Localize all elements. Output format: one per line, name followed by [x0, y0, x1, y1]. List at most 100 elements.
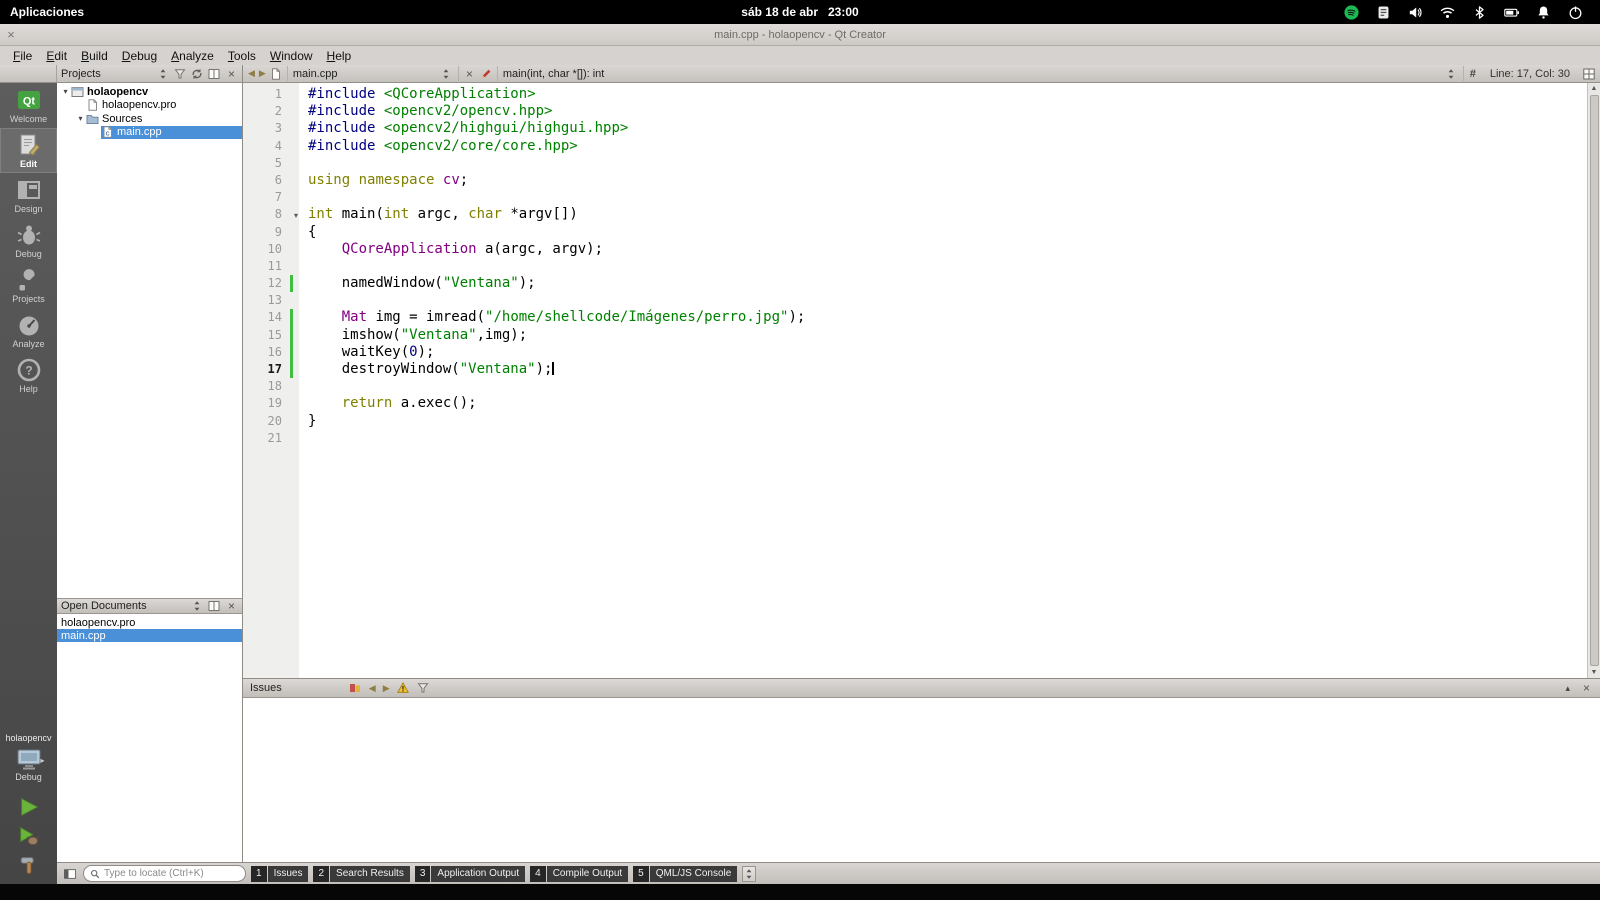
menu-analyze[interactable]: Analyze [164, 48, 221, 64]
output-pane-issues[interactable]: 1 Issues [251, 865, 309, 882]
output-pane-qml-js-console[interactable]: 5 QML/JS Console [633, 865, 738, 882]
line-number[interactable]: 2 [243, 103, 299, 120]
spotify-icon[interactable] [1343, 4, 1360, 21]
code-line[interactable] [299, 258, 308, 275]
applications-menu[interactable]: Aplicaciones [0, 5, 94, 19]
code-line[interactable]: #include <opencv2/highgui/highgui.hpp> [299, 120, 628, 137]
code-line[interactable]: } [299, 413, 316, 430]
line-column-indicator[interactable]: Line: 17, Col: 30 [1482, 68, 1578, 80]
expander-icon[interactable]: ▾ [75, 114, 86, 123]
line-number[interactable]: 14 [243, 309, 299, 327]
sync-icon[interactable] [191, 67, 204, 80]
build-target-selector[interactable]: ▸ Debug [11, 746, 47, 784]
close-document-icon[interactable]: × [463, 67, 476, 81]
toggle-sidebar-icon[interactable] [62, 867, 78, 881]
line-number[interactable]: 12 [243, 275, 299, 293]
menu-build[interactable]: Build [74, 48, 115, 64]
line-number[interactable]: 18 [243, 378, 299, 395]
line-number[interactable]: 11 [243, 258, 299, 275]
forward-icon[interactable]: ▶ [259, 67, 266, 80]
line-number[interactable]: 9 [243, 224, 299, 241]
fold-icon[interactable]: ▾ [294, 207, 298, 224]
mode-projects[interactable]: Projects [0, 263, 57, 308]
tree-item-sources[interactable]: ▾ Sources [57, 112, 242, 126]
code-line[interactable]: #include <opencv2/core/core.hpp> [299, 138, 578, 155]
next-issue-icon[interactable]: ▶ [383, 682, 390, 695]
code-line[interactable]: imshow("Ventana",img); [299, 327, 527, 344]
scrollbar-thumb[interactable] [1589, 95, 1599, 666]
minimize-pane-icon[interactable]: ▴ [1565, 682, 1570, 695]
mode-help[interactable]: ? Help [0, 353, 57, 398]
code-line[interactable] [299, 155, 308, 172]
code-line[interactable] [299, 430, 308, 447]
notifications-icon[interactable] [1535, 4, 1552, 21]
pane-spinner-icon[interactable] [742, 865, 757, 882]
menu-debug[interactable]: Debug [115, 48, 164, 64]
debug-run-button[interactable] [17, 825, 41, 847]
line-number[interactable]: 4 [243, 138, 299, 155]
line-number[interactable]: 1 [243, 86, 299, 103]
scroll-up-icon[interactable]: ▲ [1591, 83, 1598, 94]
symbol-combo[interactable]: main(int, char *[]): int [496, 66, 1464, 81]
tree-item-holaopencv[interactable]: ▾ holaopencv [57, 85, 242, 99]
code-line[interactable]: destroyWindow("Ventana"); [299, 361, 555, 378]
code-line[interactable]: #include <QCoreApplication> [299, 86, 536, 103]
split-icon[interactable] [208, 67, 221, 80]
split-icon[interactable] [208, 600, 221, 613]
tree-item-main.cpp[interactable]: Cmain.cpp [57, 125, 242, 139]
output-pane-application-output[interactable]: 3 Application Output [414, 865, 526, 882]
open-file-combo[interactable]: main.cpp [286, 66, 459, 81]
battery-icon[interactable] [1503, 4, 1520, 21]
line-number[interactable]: 19 [243, 395, 299, 412]
code-line[interactable]: QCoreApplication a(argc, argv); [299, 241, 603, 258]
code-line[interactable]: Mat img = imread("/home/shellcode/Imágen… [299, 309, 806, 326]
line-number[interactable]: 10 [243, 241, 299, 258]
menu-edit[interactable]: Edit [39, 48, 74, 64]
line-number[interactable]: 3 [243, 120, 299, 137]
open-document-main.cpp[interactable]: main.cpp [57, 629, 242, 642]
panel-combo-arrows-icon[interactable] [157, 67, 170, 80]
run-button[interactable] [17, 796, 41, 818]
line-number[interactable]: 6 [243, 172, 299, 189]
kit-selector[interactable]: holaopencv ▸ Debug [0, 733, 57, 884]
mode-welcome[interactable]: Qt Welcome [0, 83, 57, 128]
warning-icon[interactable] [397, 682, 410, 695]
mode-debug[interactable]: Debug [0, 218, 57, 263]
locator-field[interactable] [83, 865, 246, 882]
line-number[interactable]: 20 [243, 413, 299, 430]
build-button[interactable] [17, 854, 41, 876]
split-editor-icon[interactable] [1582, 67, 1595, 80]
filter-icon[interactable] [174, 67, 187, 80]
menu-tools[interactable]: Tools [221, 48, 263, 64]
back-icon[interactable]: ◀ [248, 67, 255, 80]
line-number[interactable]: 16 [243, 343, 299, 361]
expander-icon[interactable]: ▾ [60, 87, 71, 96]
code-line[interactable]: { [299, 224, 316, 241]
code-line[interactable] [299, 378, 308, 395]
line-number[interactable]: 15 [243, 326, 299, 344]
code-line[interactable]: return a.exec(); [299, 395, 477, 412]
code-line[interactable]: waitKey(0); [299, 344, 435, 361]
scroll-down-icon[interactable]: ▼ [1591, 667, 1598, 678]
code-line[interactable]: int main(int argc, char *argv[]) [299, 206, 578, 223]
line-number[interactable]: 21 [243, 430, 299, 447]
funnel-icon[interactable] [417, 682, 430, 695]
panel-close-icon[interactable]: × [225, 599, 238, 613]
bluetooth-icon[interactable] [1471, 4, 1488, 21]
issues-panel-content[interactable] [243, 697, 1600, 862]
line-number[interactable]: 17 [243, 361, 299, 379]
filter-category-icon[interactable] [349, 682, 362, 695]
menu-help[interactable]: Help [320, 48, 359, 64]
panel-close-icon[interactable]: × [225, 67, 238, 81]
code-line[interactable]: using namespace cv; [299, 172, 468, 189]
code-line[interactable]: namedWindow("Ventana"); [299, 275, 536, 292]
line-number[interactable]: 7 [243, 189, 299, 206]
line-number[interactable]: 5 [243, 155, 299, 172]
code-area[interactable]: 1 #include <QCoreApplication> 2 #include <o… [243, 83, 1587, 678]
target-expand-icon[interactable]: ▸ [40, 756, 44, 765]
tree-item-holaopencv.pro[interactable]: holaopencv.pro [57, 99, 242, 113]
previous-issue-icon[interactable]: ◀ [369, 682, 376, 695]
hash-icon[interactable]: # [1468, 68, 1478, 80]
output-pane-compile-output[interactable]: 4 Compile Output [530, 865, 629, 882]
menu-file[interactable]: File [6, 48, 39, 64]
